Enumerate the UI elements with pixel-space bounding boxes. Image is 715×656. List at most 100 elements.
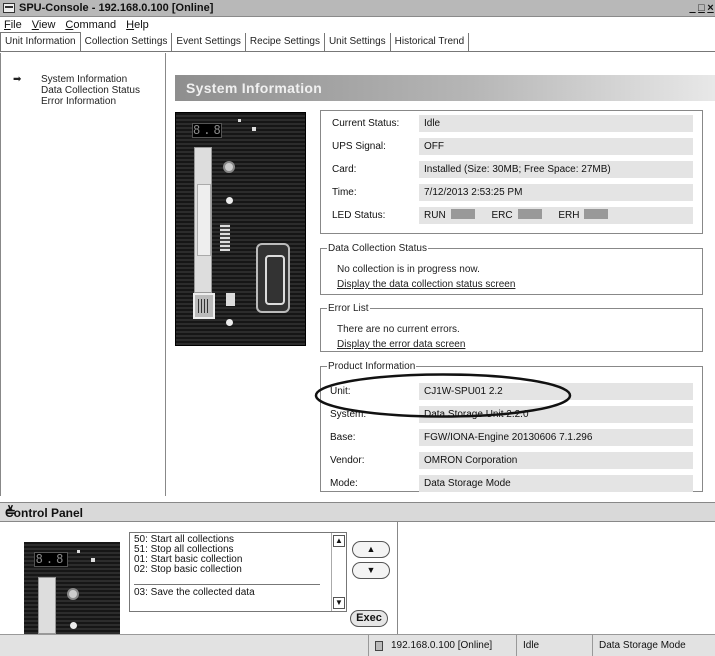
maximize-button[interactable]: □ <box>697 2 706 14</box>
indicator-led <box>252 127 256 131</box>
serial-connector <box>256 243 290 313</box>
close-button[interactable]: × <box>706 2 715 14</box>
sidebar-item-system-information[interactable]: ➡ System Information <box>1 74 165 85</box>
time-value: 7/12/2013 2:53:25 PM <box>419 184 693 201</box>
ups-label: UPS Signal: <box>332 141 386 152</box>
status-panel: Current Status: Idle UPS Signal: OFF Car… <box>320 110 703 234</box>
list-scrollbar[interactable]: ▲ ▼ <box>331 533 346 611</box>
card-slot <box>194 147 212 293</box>
unit-row: Unit: CJ1W-SPU01 2.2 <box>321 383 701 401</box>
error-list-group: Error List There are no current errors. … <box>320 303 703 352</box>
rotary-switch <box>223 161 235 173</box>
ups-row: UPS Signal: OFF <box>321 138 701 156</box>
data-collection-group: Data Collection Status No collection is … <box>320 243 703 295</box>
minimize-button[interactable]: _ <box>688 2 697 14</box>
tab-unit-settings[interactable]: Unit Settings <box>325 33 391 51</box>
move-up-button[interactable]: ▲ <box>352 541 390 558</box>
card-slot <box>38 577 56 634</box>
sidebar-item-error-information[interactable]: Error Information <box>1 96 165 107</box>
data-collection-text: No collection is in progress now. <box>337 264 480 275</box>
sidebar-item-label: Error Information <box>41 96 117 107</box>
current-status-value: Idle <box>419 115 693 132</box>
system-value: Data Storage Unit 2.2.0 <box>419 406 693 423</box>
unit-device-image: 8.8 <box>175 112 306 346</box>
main-content: System Information 8.8 Current Status: I… <box>167 53 715 496</box>
led-status-row: LED Status: RUN ERC ERH <box>321 207 701 225</box>
time-row: Time: 7/12/2013 2:53:25 PM <box>321 184 701 202</box>
vendor-row: Vendor: OMRON Corporation <box>321 452 701 470</box>
status-mode: Data Storage Mode <box>592 635 715 656</box>
rotary-switch <box>67 588 79 600</box>
tab-unit-information[interactable]: Unit Information <box>0 32 81 51</box>
led-run-indicator <box>450 209 475 219</box>
status-connection-text: 192.168.0.100 [Online] <box>391 640 493 651</box>
window-controls: _ □ × <box>688 2 715 14</box>
list-divider <box>134 575 320 585</box>
indicator-led <box>238 119 241 122</box>
unit-device-thumbnail: 8.8 <box>24 542 120 634</box>
menu-file[interactable]: File <box>4 19 22 31</box>
move-down-button[interactable]: ▼ <box>352 562 390 579</box>
status-state: Idle <box>516 635 588 656</box>
mode-value: Data Storage Mode <box>419 475 693 492</box>
tab-recipe-settings[interactable]: Recipe Settings <box>246 33 325 51</box>
tab-bar: Unit Information Collection Settings Eve… <box>0 32 715 52</box>
mode-label: Mode: <box>330 478 358 489</box>
menu-view[interactable]: View <box>32 19 56 31</box>
ethernet-port <box>193 293 215 319</box>
base-value: FGW/IONA-Engine 20130606 7.1.296 <box>419 429 693 446</box>
error-list-legend: Error List <box>328 303 369 314</box>
selected-command[interactable]: 03: Save the collected data <box>134 588 346 598</box>
unit-label: Unit: <box>330 386 351 397</box>
led-erc-indicator <box>517 209 542 219</box>
indicator-dot <box>226 197 233 204</box>
scroll-down-icon[interactable]: ▼ <box>333 597 345 609</box>
current-status-label: Current Status: <box>332 118 400 129</box>
product-information-legend: Product Information <box>328 361 416 372</box>
control-panel: 8.8 50: Start all collections 51: Stop a… <box>0 522 715 634</box>
led-run-label: RUN <box>424 210 446 221</box>
app-icon <box>3 3 15 13</box>
menu-help[interactable]: Help <box>126 19 149 31</box>
menu-command[interactable]: Command <box>65 19 116 31</box>
base-row: Base: FGW/IONA-Engine 20130606 7.1.296 <box>321 429 701 447</box>
system-row: System: Data Storage Unit 2.2.0 <box>321 406 701 424</box>
sidebar-item-label: System Information <box>41 74 128 85</box>
data-collection-link[interactable]: Display the data collection status scree… <box>337 279 515 290</box>
time-label: Time: <box>332 187 357 198</box>
card-row: Card: Installed (Size: 30MB; Free Space:… <box>321 161 701 179</box>
control-panel-left: 8.8 50: Start all collections 51: Stop a… <box>0 522 398 634</box>
page-title: System Information <box>186 80 323 96</box>
error-list-link[interactable]: Display the error data screen <box>337 339 465 350</box>
indicator-dot <box>226 319 233 326</box>
indicator-led <box>91 558 95 562</box>
status-bar: 192.168.0.100 [Online] Idle Data Storage… <box>0 634 715 656</box>
vendor-label: Vendor: <box>330 455 365 466</box>
seven-segment-display: 8.8 <box>192 123 224 138</box>
menu-bar: File View Command Help <box>0 17 715 32</box>
collapse-icon[interactable]: ≚ <box>5 504 711 520</box>
tab-historical-trend[interactable]: Historical Trend <box>391 33 470 51</box>
card-label: Card: <box>332 164 357 175</box>
sidebar: ➡ System Information Data Collection Sta… <box>0 53 166 496</box>
dip-switch <box>220 223 230 251</box>
sidebar-item-data-collection-status[interactable]: Data Collection Status <box>1 85 165 96</box>
indicator-dot <box>70 622 77 629</box>
seven-segment-display: 8.8 <box>34 552 68 567</box>
control-panel-header: Control Panel ≚ <box>0 502 715 522</box>
toggle-switch <box>226 293 235 306</box>
command-list[interactable]: 50: Start all collections 51: Stop all c… <box>129 532 347 612</box>
exec-button[interactable]: Exec <box>350 610 388 627</box>
arrow-right-icon: ➡ <box>13 74 22 85</box>
scroll-up-icon[interactable]: ▲ <box>333 535 345 547</box>
tab-collection-settings[interactable]: Collection Settings <box>81 33 173 51</box>
led-erc-label: ERC <box>491 210 513 221</box>
led-status-value: RUN ERC ERH <box>419 207 693 224</box>
tab-event-settings[interactable]: Event Settings <box>172 33 246 51</box>
base-label: Base: <box>330 432 356 443</box>
list-item[interactable]: 02: Stop basic collection <box>134 565 346 575</box>
ups-value: OFF <box>419 138 693 155</box>
unit-value: CJ1W-SPU01 2.2 <box>419 383 693 400</box>
vendor-value: OMRON Corporation <box>419 452 693 469</box>
led-erh-label: ERH <box>558 210 580 221</box>
